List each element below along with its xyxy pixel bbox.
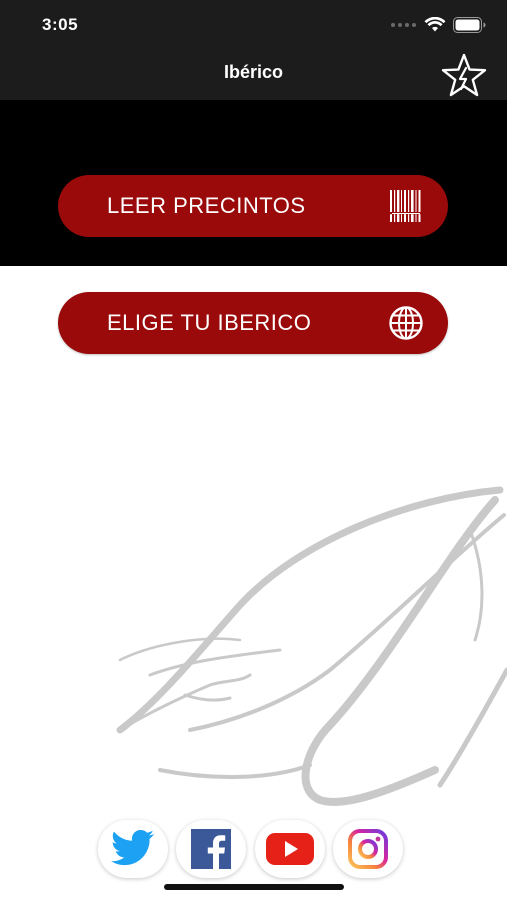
barcode-icon [388, 190, 424, 222]
leer-precintos-button[interactable]: LEER PRECINTOS [58, 175, 448, 237]
twitter-button[interactable] [98, 820, 168, 878]
status-icons [391, 15, 487, 35]
battery-icon [453, 17, 486, 33]
star-icon [441, 53, 487, 97]
favorite-button[interactable] [439, 52, 489, 98]
facebook-icon [191, 829, 232, 869]
social-links [98, 820, 403, 880]
youtube-icon [265, 833, 314, 865]
page-title: Ibérico [223, 62, 284, 82]
pig-watermark-logo [116, 486, 507, 806]
twitter-icon [111, 830, 154, 866]
youtube-button[interactable] [254, 820, 325, 878]
home-indicator [164, 884, 344, 890]
navigation-bar: Ibérico [0, 50, 507, 100]
elige-tu-iberico-button[interactable]: ELIGE TU IBERICO [58, 292, 448, 354]
elige-tu-iberico-label: ELIGE TU IBERICO [107, 310, 312, 335]
globe-icon [389, 306, 423, 340]
wifi-icon [424, 17, 446, 32]
status-time: 3:05 [42, 15, 79, 34]
app-screen: 3:05 Ibérico LEER PRECINTOS ELIGE TU IBE… [0, 0, 507, 900]
instagram-icon [347, 829, 388, 869]
instagram-button[interactable] [332, 820, 403, 878]
status-bar: 3:05 [0, 0, 507, 50]
facebook-button[interactable] [176, 820, 247, 878]
cellular-signal-icon [391, 23, 416, 27]
leer-precintos-label: LEER PRECINTOS [107, 193, 306, 218]
